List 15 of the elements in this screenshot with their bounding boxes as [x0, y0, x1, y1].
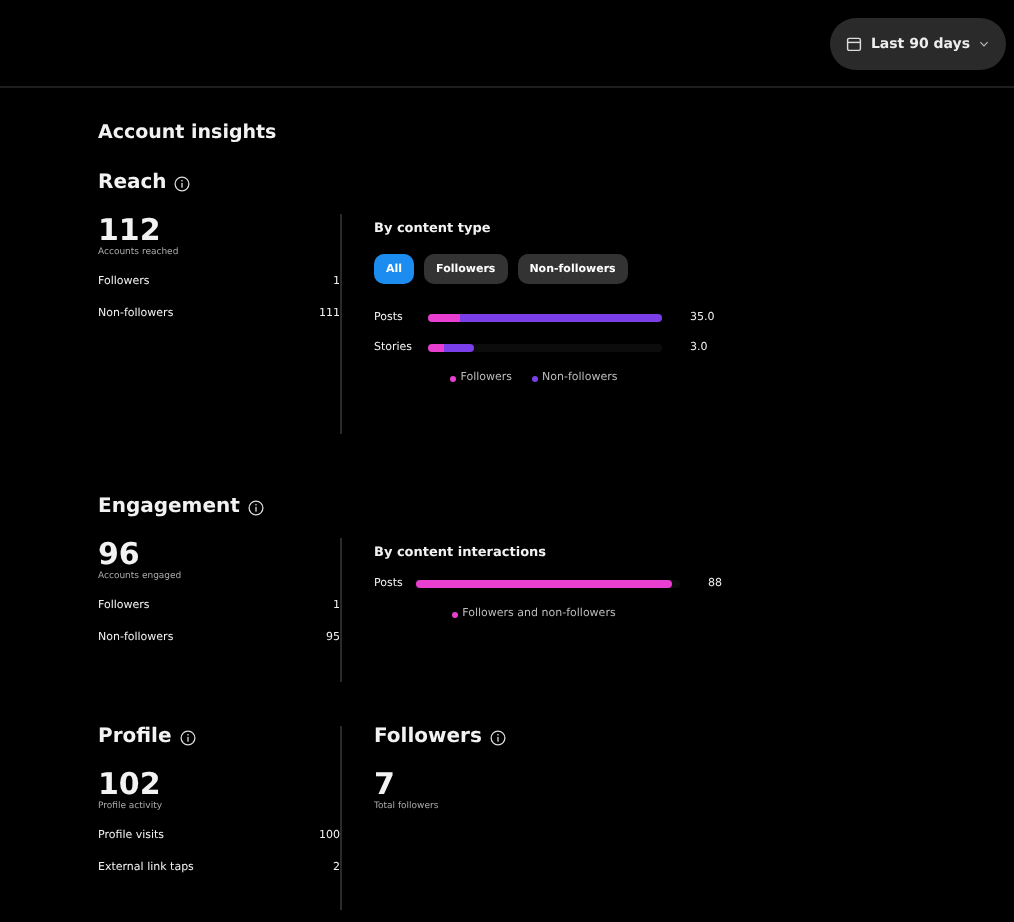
chevron-down-icon: [978, 37, 990, 49]
section-heading: Profile: [98, 726, 172, 748]
info-icon[interactable]: [179, 729, 196, 745]
metric-value: 112: [98, 214, 161, 248]
metric-value: 102: [98, 768, 161, 802]
metric-value: 96: [98, 538, 142, 572]
metric-value: 7: [374, 768, 397, 802]
page-title: Account insights: [98, 122, 279, 144]
section-heading: Reach: [98, 172, 167, 194]
section-heading: Followers: [374, 726, 482, 748]
section-heading: Engagement: [98, 496, 240, 518]
calendar-icon: [846, 35, 863, 51]
info-icon[interactable]: [247, 499, 264, 515]
info-icon[interactable]: [489, 729, 506, 745]
info-icon[interactable]: [174, 175, 191, 191]
